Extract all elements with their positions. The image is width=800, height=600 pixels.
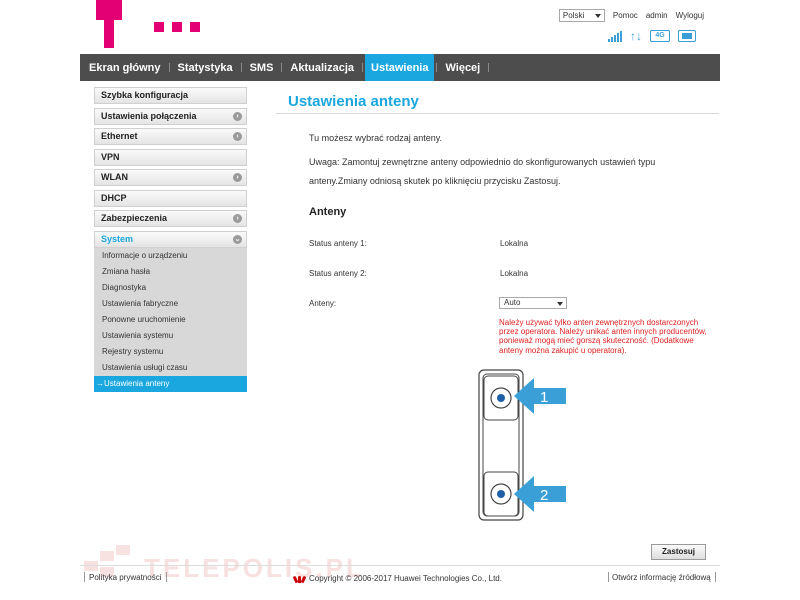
nav-separator: [281, 63, 283, 72]
antenna-type-select-value: Auto: [504, 298, 521, 307]
nav-item-home[interactable]: Ekran główny: [80, 54, 167, 81]
huawei-logo: [292, 575, 307, 583]
telekom-logo: [96, 0, 206, 52]
open-source-info-link[interactable]: Otwórz informację źródłową: [612, 573, 711, 582]
sidebar-subitem-change-password[interactable]: Zmiana hasła: [94, 264, 247, 280]
sidebar: Szybka konfiguracja Ustawienia połączeni…: [94, 87, 247, 392]
note-text-line1: Uwaga: Zamontuj zewnętrzne anteny odpowi…: [309, 157, 656, 167]
language-select[interactable]: Polski: [558, 9, 605, 22]
antennas-label: Anteny:: [309, 299, 337, 308]
sidebar-item-wlan[interactable]: WLAN ›: [94, 169, 247, 186]
nav-item-sms[interactable]: SMS: [244, 54, 280, 81]
nav-item-settings[interactable]: Ustawienia: [365, 54, 435, 81]
port2-connector-icon: [497, 490, 505, 498]
help-link[interactable]: Pomoc: [613, 11, 638, 20]
system-submenu: Informacje o urządzeniu Zmiana hasła Dia…: [94, 247, 247, 392]
sidebar-subitem-system-settings[interactable]: Ustawienia systemu: [94, 328, 247, 344]
privacy-policy-link[interactable]: Polityka prywatności: [89, 573, 161, 582]
apply-button[interactable]: Zastosuj: [651, 544, 706, 560]
sidebar-subitem-diagnostics[interactable]: Diagnostyka: [94, 280, 247, 296]
copyright-text: Copyright © 2006-2017 Huawei Technologie…: [309, 574, 502, 583]
logout-link[interactable]: Wyloguj: [676, 11, 704, 20]
note-text-line2: anteny.Zmiany odniosą skutek po kliknięc…: [309, 176, 561, 186]
sidebar-subitem-system-logs[interactable]: Rejestry systemu: [94, 344, 247, 360]
intro-text: Tu możesz wybrać rodzaj anteny.: [309, 133, 443, 143]
top-bar: Polski Pomoc admin Wyloguj: [558, 9, 704, 22]
language-select-value: Polski: [562, 11, 585, 20]
nav-separator: [168, 63, 170, 72]
sidebar-item-label: System: [101, 233, 134, 244]
port1-connector-icon: [497, 394, 505, 402]
nav-item-update[interactable]: Aktualizacja: [284, 54, 360, 81]
sidebar-subitem-device-info[interactable]: Informacje o urządzeniu: [94, 248, 247, 264]
sidebar-item-label: Ustawienia połączenia: [101, 110, 197, 121]
sidebar-item-dhcp[interactable]: DHCP: [94, 189, 247, 207]
antenna1-status-value: Lokalna: [500, 239, 529, 248]
sidebar-item-label: Ethernet: [101, 131, 138, 141]
sidebar-item-ethernet[interactable]: Ethernet ›: [94, 128, 247, 145]
nav-separator: [488, 63, 490, 72]
chevron-right-icon: ›: [233, 111, 242, 121]
chevron-down-icon: ⌄: [233, 234, 242, 244]
chevron-down-icon: [557, 302, 563, 306]
chevron-right-icon: ›: [233, 173, 242, 182]
nav-separator: [240, 63, 242, 72]
chevron-down-icon: [594, 14, 601, 18]
warning-text: Należy używać tylko anten zewnętrznych d…: [499, 318, 707, 355]
sidebar-item-label: Szybka konfiguracja: [101, 90, 189, 100]
copyright: Copyright © 2006-2017 Huawei Technologie…: [292, 574, 502, 583]
antenna-ports-diagram: 1 2: [478, 369, 566, 521]
antenna2-status-label: Status anteny 2:: [309, 269, 367, 278]
chevron-right-icon: ›: [233, 214, 242, 223]
footer-separator: [715, 572, 716, 582]
footer-separator: [84, 572, 85, 582]
antenna2-status-value: Lokalna: [500, 269, 529, 278]
sim-card-icon: [678, 30, 696, 42]
footer-separator: [166, 572, 167, 582]
data-transfer-icon: ↑↓: [630, 29, 642, 43]
sidebar-item-label: Zabezpieczenia: [101, 213, 168, 223]
nav-separator: [436, 63, 438, 72]
status-icons: ↑↓ 4G: [608, 30, 696, 42]
sidebar-item-label: VPN: [101, 151, 120, 162]
network-4g-icon: 4G: [650, 30, 670, 42]
nav-item-statistics[interactable]: Statystyka: [172, 54, 239, 81]
admin-link[interactable]: admin: [646, 11, 668, 20]
sidebar-item-label: DHCP: [101, 192, 127, 203]
antenna1-status-label: Status anteny 1:: [309, 239, 367, 248]
antenna-type-select[interactable]: Auto: [499, 297, 567, 309]
footer-divider: [80, 565, 720, 566]
sidebar-item-label: WLAN: [101, 172, 128, 182]
nav-item-more[interactable]: Więcej: [439, 54, 486, 81]
section-title: Anteny: [309, 206, 347, 218]
sidebar-subitem-factory-settings[interactable]: Ustawienia fabryczne: [94, 296, 247, 312]
sidebar-subitem-reboot[interactable]: Ponowne uruchomienie: [94, 312, 247, 328]
sidebar-subitem-time-settings[interactable]: Ustawienia usługi czasu: [94, 360, 247, 376]
chevron-right-icon: ›: [233, 132, 242, 141]
title-divider: [276, 113, 719, 114]
sidebar-item-security[interactable]: Zabezpieczenia ›: [94, 210, 247, 227]
sidebar-item-vpn[interactable]: VPN: [94, 148, 247, 166]
footer-separator: [608, 572, 609, 582]
sidebar-item-system[interactable]: System ⌄: [94, 230, 247, 248]
sidebar-item-connection-settings[interactable]: Ustawienia połączenia ›: [94, 107, 247, 125]
signal-icon: [608, 30, 622, 42]
sidebar-subitem-antenna-settings[interactable]: →Ustawienia anteny: [94, 375, 247, 392]
page-title: Ustawienia anteny: [288, 93, 419, 110]
nav-separator: [362, 63, 364, 72]
main-nav: Ekran główny Statystyka SMS Aktualizacja…: [80, 54, 720, 81]
port2-number: 2: [540, 487, 548, 504]
port1-number: 1: [540, 389, 548, 406]
sidebar-item-quick-setup[interactable]: Szybka konfiguracja: [94, 87, 247, 104]
